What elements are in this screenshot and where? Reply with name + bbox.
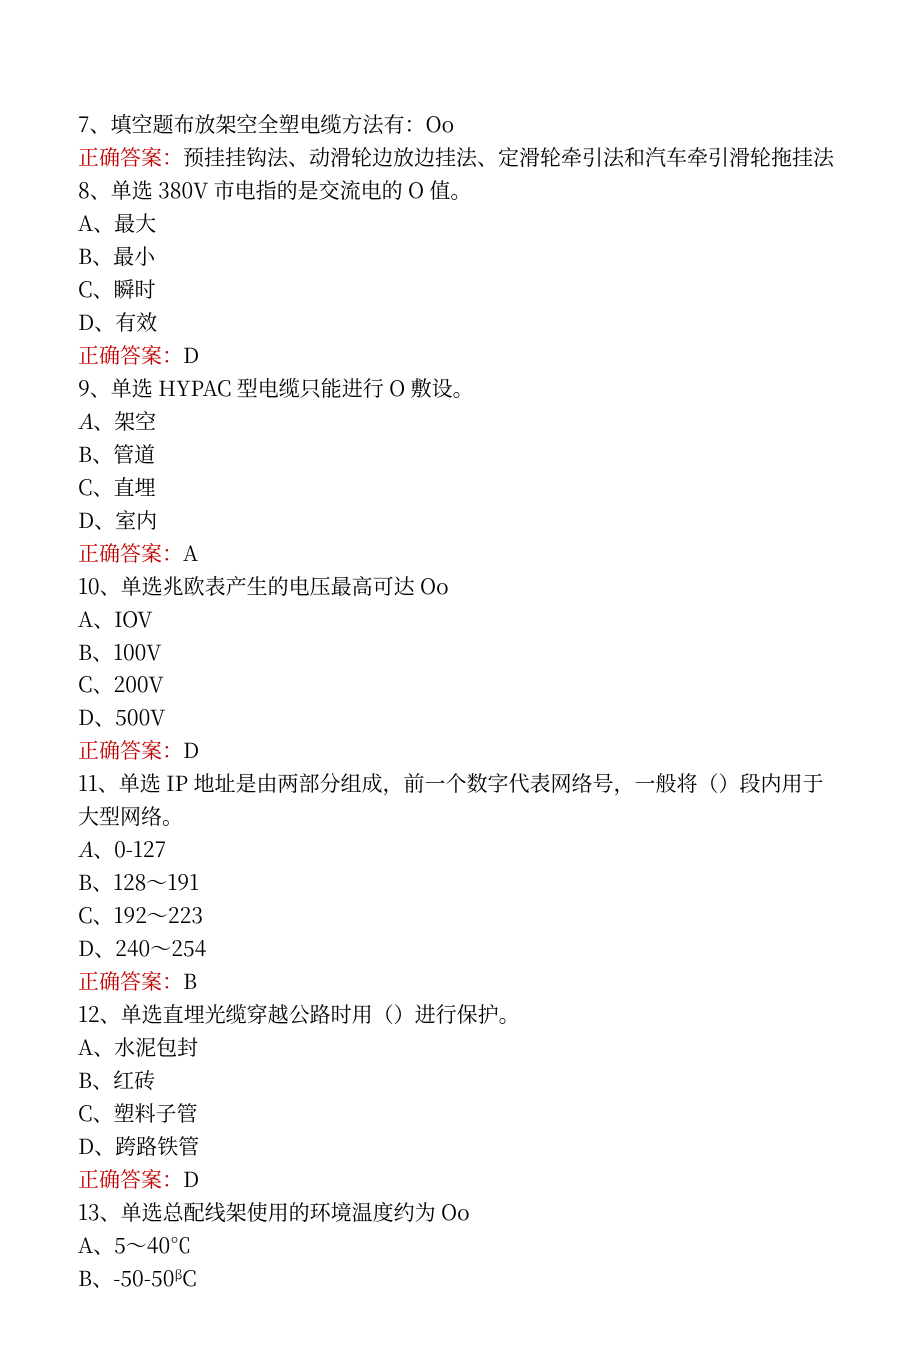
question-12-answer: 正确答案：D bbox=[78, 1163, 842, 1196]
question-8-answer: 正确答案：D bbox=[78, 339, 842, 372]
option-rest: 、架空 bbox=[93, 406, 156, 436]
question-13-option-a: A、5～40℃ bbox=[78, 1229, 842, 1262]
option-rest: 、0-127 bbox=[93, 834, 166, 864]
question-11-answer: 正确答案：B bbox=[78, 965, 842, 998]
option-b-prefix: B、-50-50 bbox=[78, 1263, 174, 1293]
question-8-text: 8、单选 380V 市电指的是交流电的 O 值。 bbox=[78, 174, 842, 207]
option-b-suffix: C bbox=[182, 1263, 197, 1293]
question-7-answer: 正确答案：预挂挂钩法、动滑轮边放边挂法、定滑轮牵引法和汽车牵引滑轮拖挂法 bbox=[78, 141, 842, 174]
question-11-option-c: C、192～223 bbox=[78, 899, 842, 932]
answer-value: D bbox=[183, 1164, 199, 1194]
answer-label: 正确答案： bbox=[78, 1164, 183, 1194]
question-10-option-b: B、100V bbox=[78, 636, 842, 669]
answer-value: A bbox=[183, 538, 198, 568]
question-12-option-b: B、红砖 bbox=[78, 1064, 842, 1097]
question-10-option-a: A、IOV bbox=[78, 603, 842, 636]
option-letter: A bbox=[78, 834, 93, 864]
question-9-answer: 正确答案：A bbox=[78, 537, 842, 570]
question-8-option-d: D、有效 bbox=[78, 306, 842, 339]
answer-value: D bbox=[183, 735, 199, 765]
answer-label: 正确答案： bbox=[78, 142, 183, 172]
answer-value: 预挂挂钩法、动滑轮边放边挂法、定滑轮牵引法和汽车牵引滑轮拖挂法 bbox=[183, 142, 834, 172]
question-11-option-a: A、0-127 bbox=[78, 833, 842, 866]
option-letter: A bbox=[78, 406, 93, 436]
question-9-text: 9、单选 HYPAC 型电缆只能进行 O 敷设。 bbox=[78, 372, 842, 405]
question-7-text: 7、填空题布放架空全塑电缆方法有：Oo bbox=[78, 108, 842, 141]
document-page: 7、填空题布放架空全塑电缆方法有：Oo 正确答案：预挂挂钩法、动滑轮边放边挂法、… bbox=[0, 0, 920, 1355]
answer-value: B bbox=[183, 966, 197, 996]
question-11-option-b: B、128～191 bbox=[78, 866, 842, 899]
question-8-option-b: B、最小 bbox=[78, 240, 842, 273]
question-8-option-c: C、瞬时 bbox=[78, 273, 842, 306]
question-11-text: 11、单选 IP 地址是由两部分组成，前一个数字代表网络号，一般将（）段内用于大… bbox=[78, 767, 842, 833]
question-9-option-c: C、直埋 bbox=[78, 471, 842, 504]
question-12-option-a: A、水泥包封 bbox=[78, 1031, 842, 1064]
question-9-option-b: B、管道 bbox=[78, 438, 842, 471]
answer-label: 正确答案： bbox=[78, 538, 183, 568]
answer-label: 正确答案： bbox=[78, 735, 183, 765]
question-12-text: 12、单选直埋光缆穿越公路时用（）进行保护。 bbox=[78, 998, 842, 1031]
question-11-option-d: D、240～254 bbox=[78, 932, 842, 965]
question-8-option-a: A、最大 bbox=[78, 207, 842, 240]
question-12-option-c: C、塑料子管 bbox=[78, 1097, 842, 1130]
answer-label: 正确答案： bbox=[78, 340, 183, 370]
answer-value: D bbox=[183, 340, 199, 370]
question-9-option-a: A、架空 bbox=[78, 405, 842, 438]
question-9-option-d: D、室内 bbox=[78, 504, 842, 537]
question-13-text: 13、单选总配线架使用的环境温度约为 Oo bbox=[78, 1196, 842, 1229]
question-10-answer: 正确答案：D bbox=[78, 734, 842, 767]
question-10-option-d: D、500V bbox=[78, 701, 842, 734]
answer-label: 正确答案： bbox=[78, 966, 183, 996]
question-12-option-d: D、跨路铁管 bbox=[78, 1130, 842, 1163]
option-b-superscript: β bbox=[174, 1264, 182, 1284]
question-10-text: 10、单选兆欧表产生的电压最高可达 Oo bbox=[78, 570, 842, 603]
question-13-option-b: B、-50-50βC bbox=[78, 1262, 842, 1295]
question-10-option-c: C、200V bbox=[78, 668, 842, 701]
